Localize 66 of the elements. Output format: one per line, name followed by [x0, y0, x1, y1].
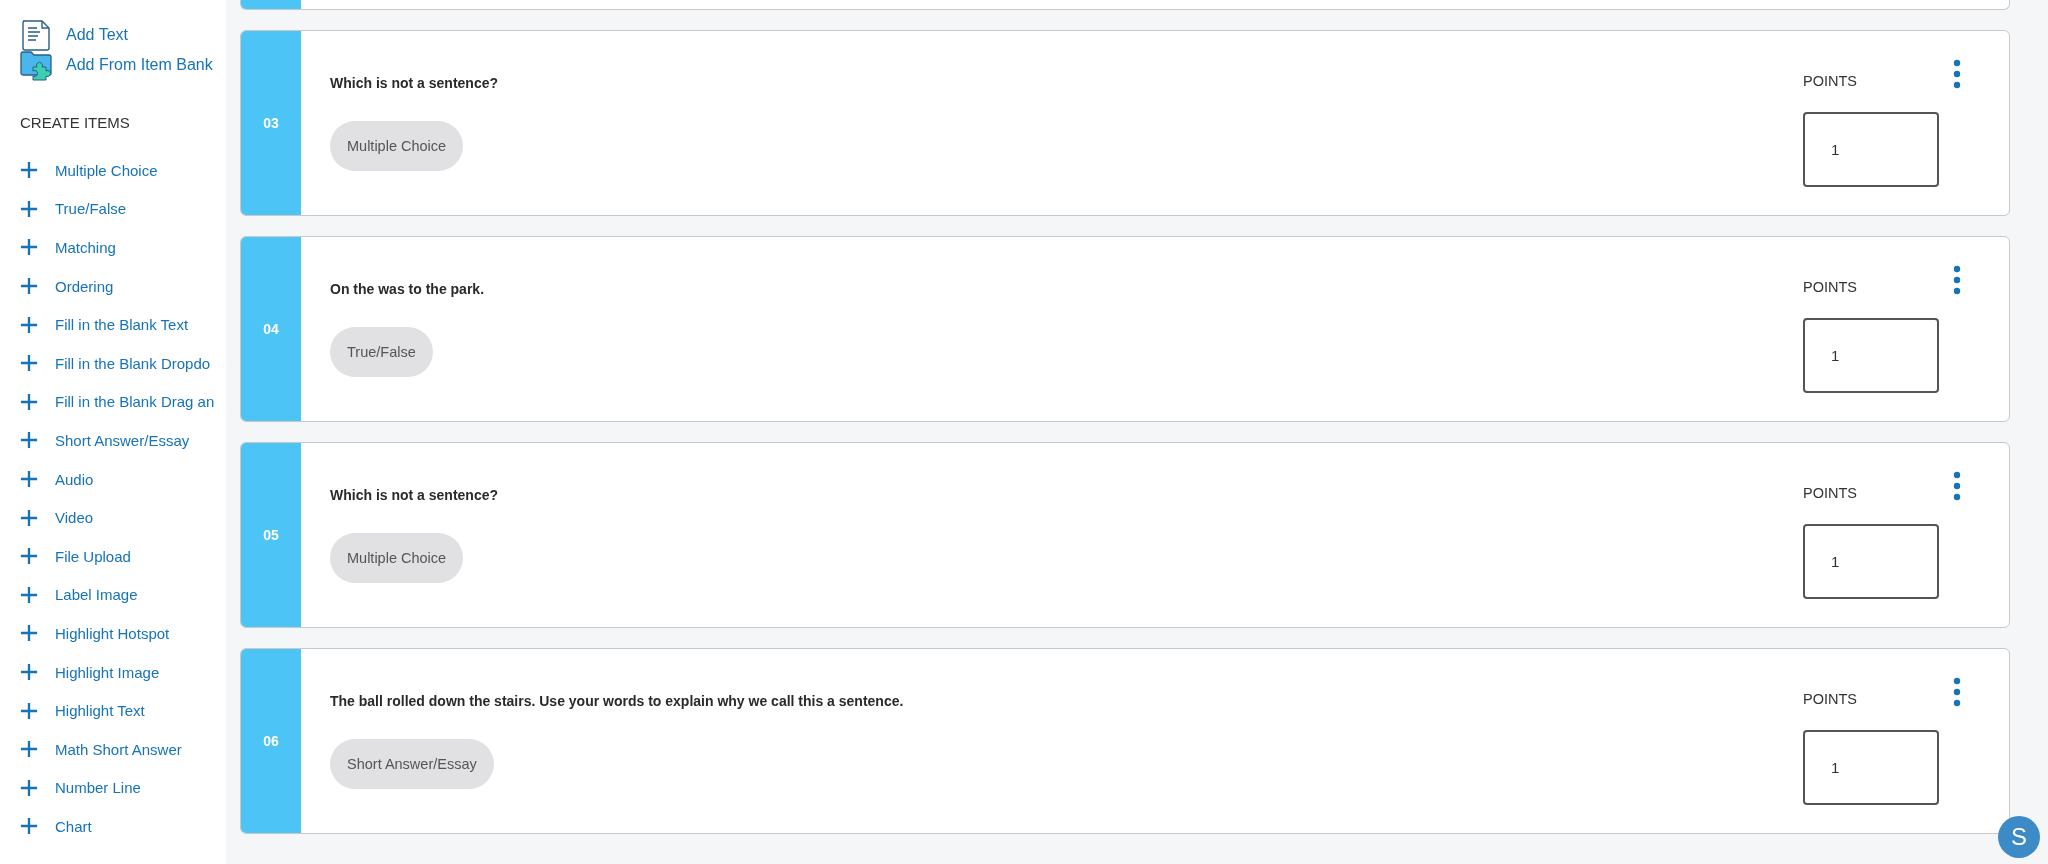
item-type-tag: Short Answer/Essay [330, 739, 494, 789]
points-input[interactable]: 1 [1803, 112, 1939, 187]
plus-icon [20, 199, 38, 218]
create-item-link[interactable]: Highlight Hotspot [20, 614, 226, 653]
plus-icon [20, 663, 38, 681]
create-item-link[interactable]: File Upload [20, 536, 226, 576]
plus-icon [20, 701, 38, 720]
create-item-link[interactable]: Math Short Answer [20, 729, 226, 769]
plus-icon [20, 315, 38, 334]
points-input[interactable]: 1 [1803, 524, 1939, 599]
plus-icon [20, 585, 38, 604]
sidebar-action-link[interactable]: Add From Item Bank [20, 50, 226, 80]
plus-icon [20, 470, 38, 489]
create-item-link[interactable]: Matching [20, 228, 226, 267]
create-item-link[interactable]: Fill in the Blank Dropdo [20, 343, 226, 383]
create-item-link[interactable]: Video [20, 498, 226, 537]
item-type-tag: Multiple Choice [330, 121, 464, 171]
item-type-tag: Multiple Choice [330, 533, 464, 583]
plus-icon [20, 508, 38, 527]
points-label: POINTS [1803, 73, 1858, 89]
points-label: POINTS [1803, 279, 1858, 295]
create-item-link[interactable]: Highlight Text [20, 691, 226, 730]
plus-icon [20, 238, 38, 257]
create-item-link[interactable]: Short Answer/Essay [20, 421, 226, 460]
plus-icon [20, 547, 38, 566]
points-label: POINTS [1803, 485, 1858, 501]
plus-icon [20, 817, 38, 836]
more-options-icon[interactable] [1953, 677, 1961, 707]
create-item-link[interactable]: Chart [20, 807, 226, 846]
plus-icon [20, 624, 38, 643]
question-text: Which is not a sentence? [330, 75, 500, 91]
points-label: POINTS [1803, 691, 1858, 707]
create-item-link[interactable]: Number Line [20, 768, 226, 808]
plus-icon [20, 392, 38, 411]
points-input[interactable]: 1 [1803, 730, 1939, 805]
create-item-link[interactable]: Audio [20, 459, 226, 499]
create-item-link[interactable]: Ordering [20, 266, 226, 306]
create-item-link[interactable]: Label Image [20, 575, 226, 615]
plus-icon [20, 277, 38, 296]
section-title: CREATE ITEMS [20, 114, 131, 131]
create-item-link[interactable]: Highlight Image [20, 652, 226, 692]
more-options-icon[interactable] [1953, 59, 1961, 89]
sidebar-action-link[interactable]: Add Text [20, 20, 226, 50]
question-text: On the was to the park. [330, 281, 486, 297]
plus-icon [20, 161, 38, 180]
question-number: 04 [241, 237, 301, 421]
create-item-link[interactable]: True/False [20, 189, 226, 229]
plus-icon [20, 740, 38, 759]
question-text: The ball rolled down the stairs. Use your words to explain why we call this a sentence. [330, 693, 905, 709]
points-input[interactable]: 1 [1803, 318, 1939, 393]
create-item-link[interactable]: Multiple Choice [20, 151, 226, 190]
create-item-link[interactable]: Fill in the Blank Drag an [20, 382, 226, 422]
question-number: 03 [241, 31, 301, 215]
question-text: Which is not a sentence? [330, 487, 500, 503]
user-avatar[interactable]: S [1998, 816, 2040, 858]
more-options-icon[interactable] [1953, 265, 1961, 295]
plus-icon [20, 778, 38, 797]
folder-puzzle-icon [20, 49, 52, 81]
plus-icon [20, 431, 38, 450]
more-options-icon[interactable] [1953, 471, 1961, 501]
question-number: 05 [241, 443, 301, 627]
question-number: 06 [241, 649, 301, 833]
item-type-tag: True/False [330, 327, 433, 377]
document-icon [20, 19, 52, 51]
create-item-link[interactable]: Fill in the Blank Text [20, 305, 226, 344]
plus-icon [20, 354, 38, 373]
